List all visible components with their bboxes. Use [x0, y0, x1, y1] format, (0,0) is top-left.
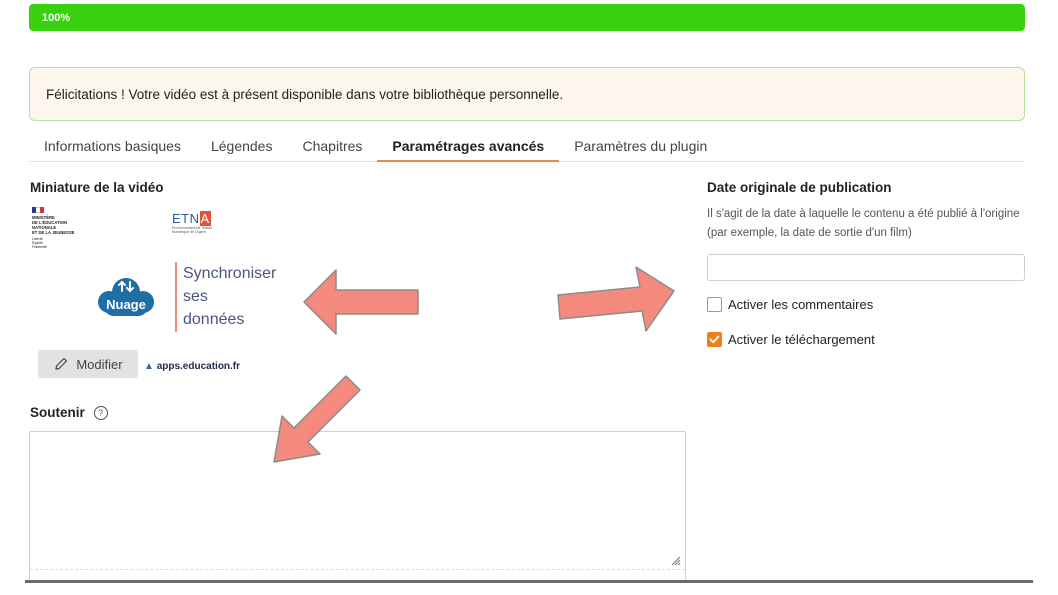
- download-checkbox[interactable]: [707, 332, 722, 347]
- comments-checkbox[interactable]: [707, 297, 722, 312]
- modify-label: Modifier: [76, 356, 123, 372]
- tab-basic-info[interactable]: Informations basiques: [29, 131, 196, 162]
- apps-logo-mark: ▲: [144, 361, 154, 372]
- sync-line: ses: [183, 288, 208, 305]
- progress-fill: 100%: [29, 4, 1025, 31]
- apps-education-logo: ▲ apps.education.fr: [144, 361, 240, 372]
- nuage-logo: Nuage: [98, 278, 154, 316]
- publication-date-input[interactable]: [707, 254, 1025, 281]
- etna-subtitle: Environnement de Travail Numérique de l'…: [172, 226, 212, 234]
- comments-label[interactable]: Activer les commentaires: [728, 297, 873, 312]
- upload-progress-bar: 100%: [29, 4, 1025, 31]
- nuage-label: Nuage: [106, 297, 146, 312]
- progress-label: 100%: [42, 11, 71, 24]
- french-flag-icon: [32, 207, 44, 213]
- pencil-icon: [55, 357, 68, 370]
- support-title-text: Soutenir: [30, 405, 85, 420]
- arrow-down-left-annotation: [273, 375, 361, 463]
- etna-logo-text: ETNA: [172, 211, 211, 226]
- apps-logo-text: apps.education.fr: [156, 361, 241, 372]
- settings-tabs: Informations basiques Légendes Chapitres…: [29, 131, 1025, 162]
- publication-date-title: Date originale de publication: [707, 180, 892, 195]
- motto-line: Fraternité: [32, 245, 47, 249]
- help-circle-icon[interactable]: ?: [93, 406, 108, 420]
- bottom-divider: [25, 580, 1033, 583]
- download-option[interactable]: Activer le téléchargement: [707, 332, 875, 347]
- sync-text: Synchroniser ses données: [183, 262, 276, 331]
- tab-advanced-settings[interactable]: Paramétrages avancés: [377, 131, 560, 162]
- thumbnail-title: Miniature de la vidéo: [30, 180, 164, 195]
- support-title: Soutenir ?: [30, 405, 108, 420]
- tab-captions[interactable]: Légendes: [196, 131, 288, 162]
- check-icon: [709, 335, 720, 344]
- ministere-motto: Liberté Égalité Fraternité: [32, 237, 92, 249]
- comments-option[interactable]: Activer les commentaires: [707, 297, 873, 312]
- tab-plugin-settings[interactable]: Paramètres du plugin: [559, 131, 722, 162]
- success-message: Félicitations ! Votre vidéo est à présen…: [46, 86, 564, 102]
- modify-thumbnail-button[interactable]: Modifier: [38, 350, 138, 378]
- ministere-line: ET DE LA JEUNESSE: [32, 230, 75, 235]
- sync-divider: [175, 262, 177, 332]
- arrow-left-annotation: [303, 269, 419, 335]
- resize-grip-icon[interactable]: [669, 554, 681, 566]
- ministere-logo: MINISTÈRE DE L'ÉDUCATION NATIONALE ET DE…: [32, 207, 92, 249]
- textarea-divider: [30, 569, 685, 570]
- sync-line: Synchroniser: [183, 265, 277, 282]
- tab-chapters[interactable]: Chapitres: [287, 131, 377, 162]
- sync-line: données: [183, 311, 245, 328]
- publication-date-help: Il s'agit de la date à laquelle le conte…: [707, 208, 1020, 239]
- download-label[interactable]: Activer le téléchargement: [728, 332, 875, 347]
- success-alert: Félicitations ! Votre vidéo est à présen…: [29, 67, 1025, 121]
- arrow-right-annotation: [557, 266, 675, 332]
- etna-logo: ETNA Environnement de Travail Numérique …: [172, 211, 222, 234]
